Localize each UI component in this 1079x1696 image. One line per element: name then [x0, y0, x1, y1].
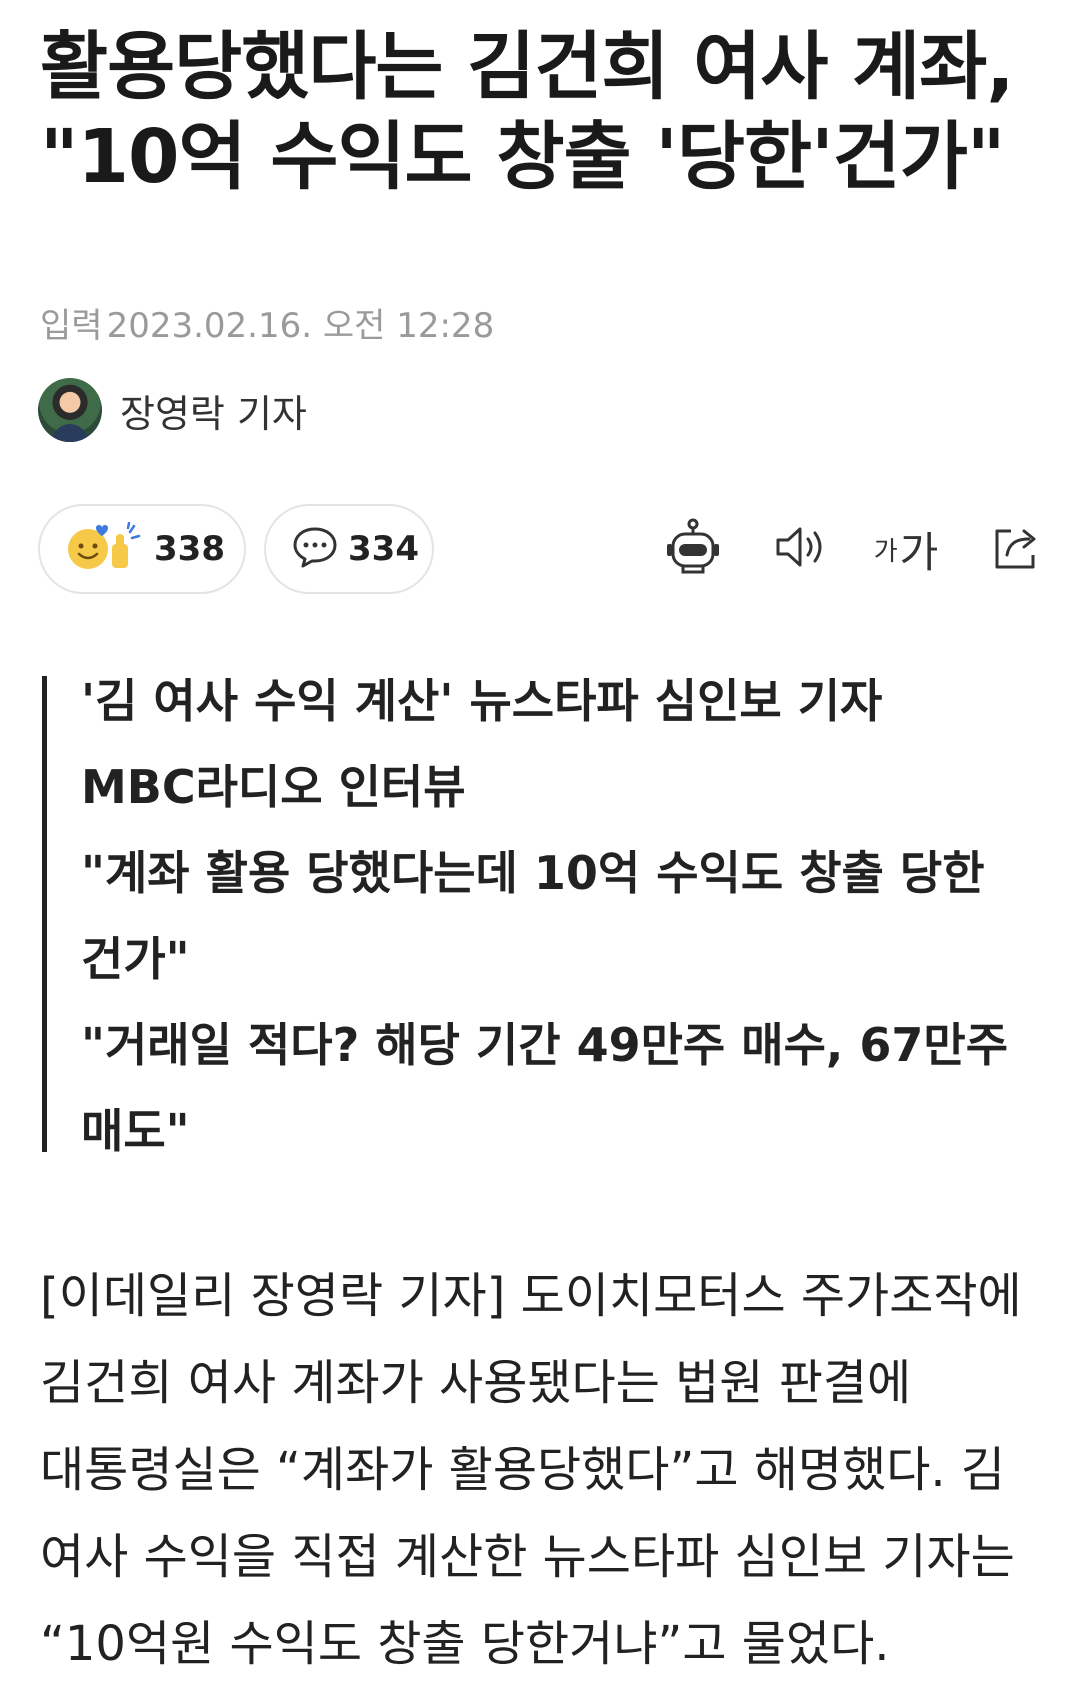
author-byline[interactable]: 장영락 기자	[38, 378, 307, 442]
date-value: 2023.02.16. 오전 12:28	[106, 306, 495, 346]
article-page: 활용당했다는 김건희 여사 계좌, "10억 수익도 창출 '당한'건가" 입력…	[0, 0, 1079, 1696]
font-large-glyph: 가	[899, 527, 939, 577]
date-label: 입력	[40, 306, 103, 346]
font-small-glyph: 가	[873, 536, 898, 567]
summary-line: "거래일 적다? 해당 기간 49만주 매수, 67만주 매도"	[81, 1018, 1009, 1158]
like-count: 338	[154, 529, 225, 569]
comment-count: 334	[348, 529, 419, 569]
font-size-button[interactable]: 가가	[873, 516, 939, 582]
comment-bubble-icon	[292, 525, 338, 573]
share-button[interactable]	[984, 516, 1050, 582]
reaction-emoji-icon	[66, 521, 144, 576]
robot-icon	[663, 518, 723, 580]
listen-audio-button[interactable]	[768, 516, 834, 582]
comment-button[interactable]: 334	[264, 504, 434, 594]
share-icon	[991, 523, 1043, 575]
like-reaction-button[interactable]: 338	[38, 504, 246, 594]
author-avatar[interactable]	[38, 378, 102, 442]
speaker-icon	[774, 524, 828, 574]
summary-line: MBC라디오 인터뷰	[81, 760, 466, 814]
author-name[interactable]: 장영락 기자	[120, 383, 307, 438]
article-dateline: 입력 2023.02.16. 오전 12:28	[40, 298, 494, 347]
summary-line: '김 여사 수익 계산' 뉴스타파 심인보 기자	[81, 674, 883, 728]
summary-line: "계좌 활용 당했다는데 10억 수익도 창출 당한 건가"	[81, 846, 985, 986]
article-summary: '김 여사 수익 계산' 뉴스타파 심인보 기자 MBC라디오 인터뷰 "계좌 …	[42, 674, 1042, 1158]
summary-bot-button[interactable]	[660, 516, 726, 582]
article-headline: 활용당했다는 김건희 여사 계좌, "10억 수익도 창출 '당한'건가"	[40, 24, 1014, 200]
article-body-paragraph: [이데일리 장영락 기자] 도이치모터스 주가조작에 김건희 여사 계좌가 사용…	[40, 1268, 1022, 1672]
